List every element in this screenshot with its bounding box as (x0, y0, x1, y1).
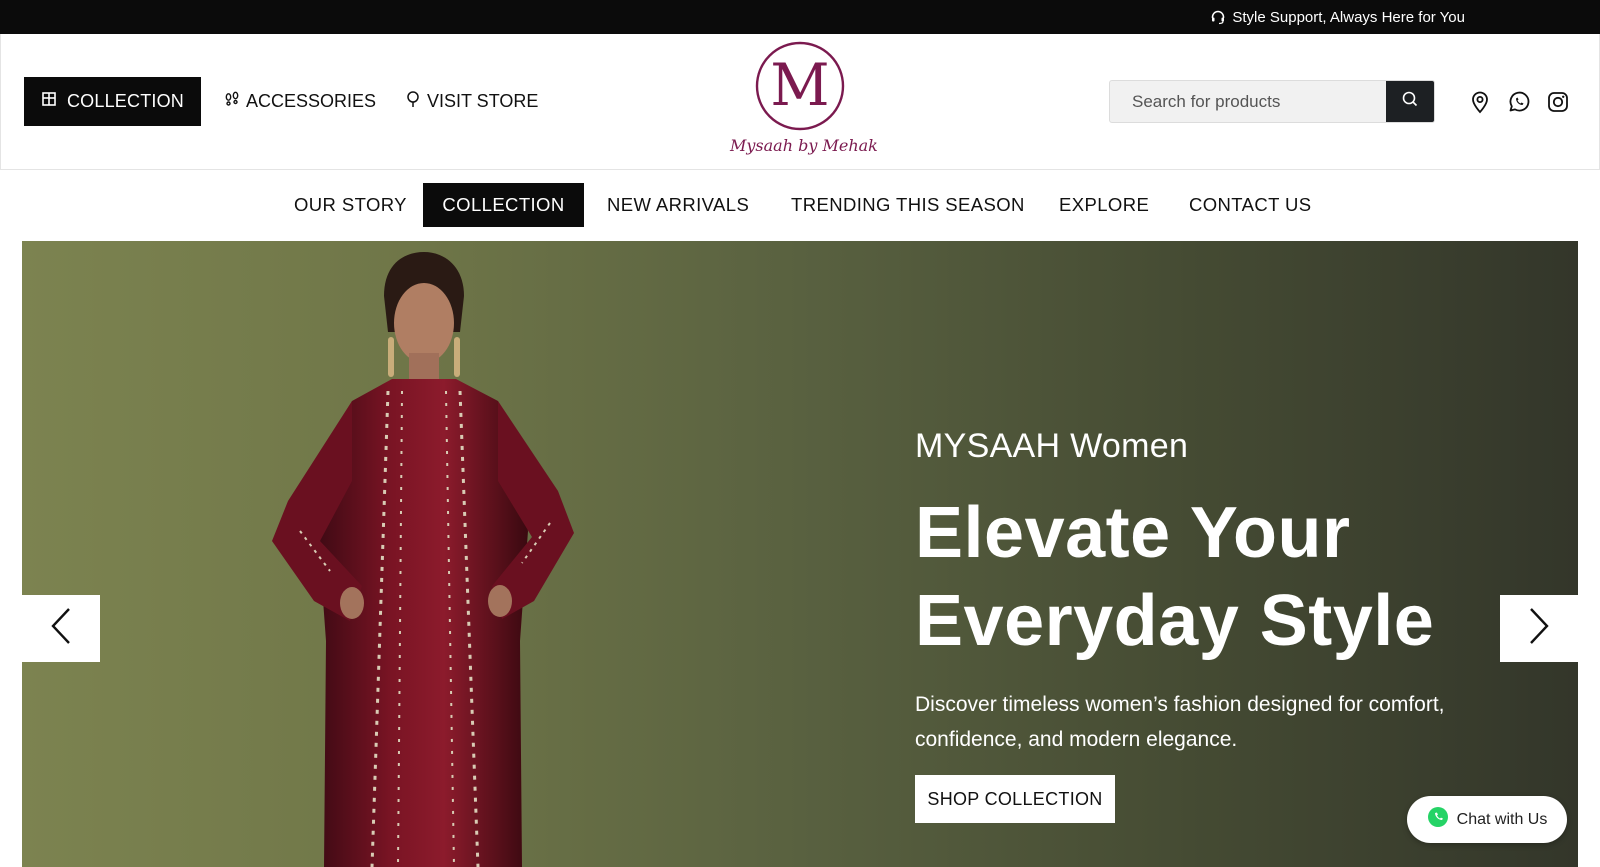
nav-item-our-story[interactable]: OUR STORY (294, 183, 407, 227)
hero-title-line-1: Elevate Your (915, 493, 1351, 573)
carousel-prev-button[interactable] (22, 595, 100, 662)
accessories-link-label: ACCESSORIES (246, 91, 377, 111)
nav-item-trending[interactable]: TRENDING THIS SEASON (791, 183, 1025, 227)
logo-letter: M (770, 51, 829, 119)
gift-box-icon (41, 91, 57, 112)
logo-caption: Mysaah by Mehak (730, 136, 878, 155)
footprints-icon (224, 91, 240, 112)
collection-button[interactable]: COLLECTION (24, 77, 201, 126)
hero-model-image (202, 241, 622, 867)
hero-description: Discover timeless women’s fashion design… (915, 687, 1475, 757)
chevron-left-icon (49, 606, 73, 651)
carousel-next-button[interactable] (1500, 595, 1578, 662)
location-pin-icon[interactable] (1467, 89, 1493, 115)
search-input[interactable] (1110, 81, 1386, 122)
chat-label: Chat with Us (1456, 810, 1548, 828)
search-icon (1401, 90, 1419, 113)
hero-title: Elevate Your Everyday Style (915, 489, 1515, 665)
whatsapp-chat-icon (1427, 806, 1449, 833)
collection-button-label: COLLECTION (66, 91, 185, 111)
nav-item-contact-us[interactable]: CONTACT US (1189, 183, 1312, 227)
site-header: COLLECTION ACCESSORIES VISIT STORE M Mys… (0, 34, 1600, 170)
nav-item-collection[interactable]: COLLECTION (423, 183, 584, 227)
hero-title-line-2: Everyday Style (915, 581, 1435, 661)
nav-item-new-arrivals[interactable]: NEW ARRIVALS (607, 183, 749, 227)
headset-icon (1210, 9, 1226, 25)
visit-store-link-label: VISIT STORE (427, 91, 539, 111)
hero-banner: MYSAAH Women Elevate Your Everyday Style… (22, 241, 1578, 867)
hero-eyebrow: MYSAAH Women (915, 427, 1189, 465)
visit-store-link[interactable]: VISIT STORE (405, 77, 538, 126)
whatsapp-icon[interactable] (1506, 89, 1532, 115)
search-button[interactable] (1386, 81, 1434, 122)
accessories-link[interactable]: ACCESSORIES (224, 77, 376, 126)
support-link[interactable]: Style Support, Always Here for You (1210, 0, 1465, 34)
brand-logo[interactable]: M Mysaah by Mehak (730, 39, 878, 165)
instagram-icon[interactable] (1545, 89, 1571, 115)
nav-item-explore[interactable]: EXPLORE (1059, 183, 1149, 227)
announcement-bar: Style Support, Always Here for You (0, 0, 1600, 34)
shop-collection-button[interactable]: SHOP COLLECTION (915, 775, 1115, 823)
main-nav: OUR STORY COLLECTION NEW ARRIVALS TRENDI… (0, 183, 1600, 227)
hero-description-line-1: Discover timeless women’s fashion design… (915, 693, 1445, 716)
hero-description-line-2: confidence, and modern elegance. (915, 728, 1238, 751)
announcement-text: Style Support, Always Here for You (1232, 8, 1465, 26)
search-box (1109, 80, 1435, 123)
chevron-right-icon (1527, 606, 1551, 651)
chat-with-us-button[interactable]: Chat with Us (1407, 796, 1567, 843)
map-pin-icon (405, 90, 421, 113)
logo-monogram: M (755, 41, 845, 131)
